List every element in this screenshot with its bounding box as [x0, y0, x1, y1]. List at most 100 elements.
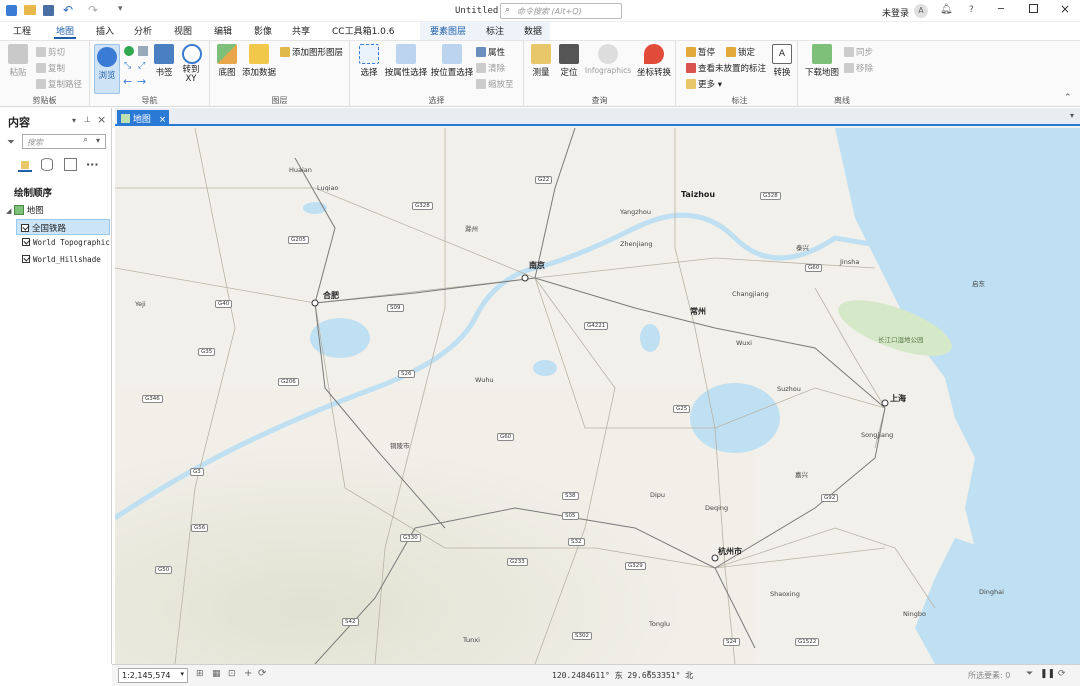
map-view[interactable]: 地图 × ▾ 南京 合肥 常州 上海 杭州市 Taizhou Huaian Lu…: [115, 108, 1080, 664]
tab-imagery[interactable]: 影像: [252, 24, 274, 37]
selection-view-icon[interactable]: [64, 158, 77, 171]
tab-map[interactable]: 地图: [54, 24, 77, 39]
user-avatar[interactable]: A: [914, 4, 928, 18]
close-pane-icon[interactable]: ×: [97, 113, 106, 126]
tab-project[interactable]: 工程: [11, 24, 33, 37]
fixed-zoom-icon[interactable]: [138, 46, 148, 56]
snapping-icon[interactable]: ⊡: [228, 669, 236, 679]
goto-xy-button[interactable]: 转到 XY: [180, 44, 204, 84]
tab-labeling[interactable]: 标注: [484, 24, 506, 37]
tab-insert[interactable]: 插入: [94, 24, 116, 37]
add-graphics-layer-button[interactable]: 添加图形图层: [280, 46, 343, 58]
tab-view[interactable]: 视图: [172, 24, 194, 37]
open-folder-icon[interactable]: [24, 5, 36, 15]
remove-button[interactable]: 移除: [844, 62, 873, 74]
full-extent-icon[interactable]: [124, 46, 134, 56]
close-button[interactable]: ×: [1060, 2, 1070, 16]
measure-button[interactable]: 测量: [528, 44, 554, 78]
select-by-attributes-icon: [396, 44, 416, 64]
data-source-view-icon[interactable]: [41, 158, 53, 171]
crosshair-icon[interactable]: +: [244, 668, 252, 679]
select-button[interactable]: 选择: [356, 44, 382, 78]
copy-button[interactable]: 复制: [36, 62, 65, 74]
maximize-button[interactable]: [1029, 4, 1038, 13]
copy-path-button[interactable]: 复制路径: [36, 78, 82, 90]
pin-icon[interactable]: ⊥: [84, 115, 91, 124]
quick-access-dropdown-icon[interactable]: ▾: [118, 4, 123, 14]
previous-extent-icon[interactable]: ←: [123, 75, 132, 88]
zoom-to-selection-button[interactable]: 缩放至: [476, 78, 514, 90]
contents-search-input[interactable]: 搜索 ⌕ ▾: [22, 134, 106, 149]
explore-button[interactable]: 浏览: [94, 44, 120, 94]
clear-selection-button[interactable]: 清除: [476, 62, 505, 74]
pane-options-icon[interactable]: ▾: [72, 116, 76, 125]
view-unplaced-button[interactable]: 查看未放置的标注: [686, 62, 766, 74]
refresh-icon[interactable]: ⟳: [258, 668, 266, 679]
close-tab-icon[interactable]: ×: [159, 115, 167, 125]
pause-labels-button[interactable]: 暂停: [686, 46, 715, 58]
tab-list-icon[interactable]: ▾: [1070, 111, 1074, 120]
download-map-label: 下载地图: [804, 68, 839, 78]
toc-layer-railway[interactable]: 全国铁路: [16, 219, 110, 235]
pause-drawing-icon[interactable]: ❚❚: [1040, 669, 1055, 679]
layer-visibility-checkbox[interactable]: [22, 255, 30, 263]
tab-analysis[interactable]: 分析: [132, 24, 154, 37]
add-data-button[interactable]: 添加数据: [242, 44, 276, 78]
undo-icon[interactable]: ↶: [63, 3, 73, 17]
coordinate-format-dropdown-icon[interactable]: ▾: [647, 668, 651, 677]
attributes-button[interactable]: 属性: [476, 46, 505, 58]
tab-data[interactable]: 数据: [522, 24, 544, 37]
context-group-label[interactable]: 要素图层: [428, 24, 468, 37]
toc-layer-world-topographic[interactable]: World Topographic: [22, 238, 110, 247]
filter-icon[interactable]: ⏷: [7, 137, 15, 148]
notification-icon[interactable]: 🔔︎: [940, 4, 953, 15]
drawing-order-view-icon[interactable]: [18, 158, 32, 172]
shanghai-marker[interactable]: [881, 399, 889, 407]
map-canvas[interactable]: [115, 128, 1080, 664]
coordinate-convert-button[interactable]: 坐标转换: [634, 44, 674, 78]
select-by-attributes-button[interactable]: 按属性选择: [384, 44, 428, 78]
grid-icon[interactable]: ⊞: [196, 669, 204, 679]
paste-label: 粘贴: [9, 68, 27, 78]
bookmarks-button[interactable]: 书签: [152, 44, 176, 78]
tab-share[interactable]: 共享: [290, 24, 312, 37]
toc-layer-world-hillshade[interactable]: World_Hillshade: [22, 255, 101, 264]
pause-label: 暂停: [698, 48, 716, 58]
nanjing-marker[interactable]: [521, 274, 529, 282]
layer-visibility-checkbox[interactable]: [22, 238, 30, 246]
tab-cc-toolbox[interactable]: CC工具箱1.0.6: [330, 24, 396, 37]
minimize-button[interactable]: ─: [998, 4, 1004, 15]
locate-button[interactable]: 定位: [556, 44, 582, 78]
zoom-out-icon[interactable]: ⤢: [138, 61, 145, 71]
basemap-button[interactable]: 底图: [214, 44, 240, 78]
command-search-box[interactable]: ⌕ 命令搜索 (Alt+Q): [500, 3, 622, 19]
table-icon[interactable]: ▦: [212, 669, 221, 679]
toc-map-node[interactable]: ◢ 地图: [6, 204, 44, 216]
paste-button[interactable]: 粘贴: [6, 44, 30, 78]
new-project-icon[interactable]: [6, 5, 17, 16]
download-map-button[interactable]: 下载地图: [804, 44, 840, 78]
zoom-in-icon[interactable]: ⤡: [124, 61, 131, 71]
sign-in-status[interactable]: 未登录: [882, 6, 909, 19]
help-button[interactable]: ?: [969, 5, 974, 15]
sync-icon: [844, 47, 854, 57]
scale-selector[interactable]: 1:2,145,574 ▾: [118, 668, 188, 683]
next-extent-icon[interactable]: →: [137, 75, 146, 88]
redo-icon[interactable]: ↷: [88, 3, 98, 17]
cut-button[interactable]: 剪切: [36, 46, 65, 58]
infographics-button[interactable]: Infographics: [582, 44, 634, 76]
refresh-map-icon[interactable]: ⟳: [1058, 669, 1066, 679]
hefei-marker[interactable]: [311, 299, 319, 307]
convert-labels-button[interactable]: A 转换: [770, 44, 794, 78]
save-icon[interactable]: [43, 5, 54, 16]
sync-button[interactable]: 同步: [844, 46, 873, 58]
collapse-ribbon-icon[interactable]: ⌃: [1064, 93, 1072, 103]
filter-icon[interactable]: ⏷: [1026, 669, 1033, 679]
select-by-location-button[interactable]: 按位置选择: [430, 44, 474, 78]
map-tab[interactable]: 地图 ×: [117, 110, 169, 126]
tab-edit[interactable]: 编辑: [212, 24, 234, 37]
more-labeling-button[interactable]: 更多 ▾: [686, 78, 722, 90]
lock-labels-button[interactable]: 锁定: [726, 46, 755, 58]
more-views-icon[interactable]: ···: [86, 158, 99, 171]
layer-visibility-checkbox[interactable]: [21, 224, 29, 232]
